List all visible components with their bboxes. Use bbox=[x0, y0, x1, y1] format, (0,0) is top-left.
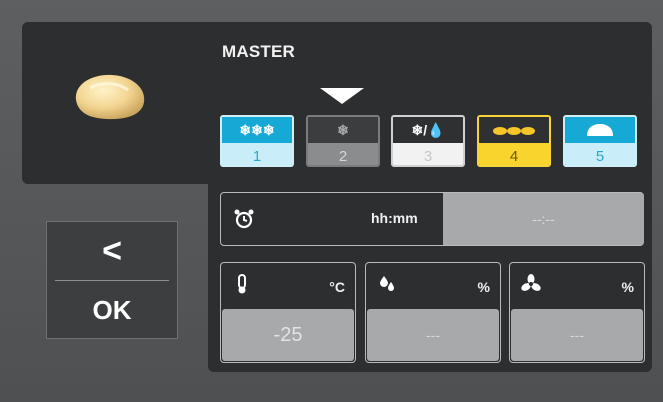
phase-number: 1 bbox=[222, 143, 292, 165]
snowflake-humidity-icon: ❄/💧 bbox=[393, 117, 463, 143]
snowflake-icon: ❄ bbox=[308, 117, 378, 143]
water-drops-icon bbox=[380, 276, 394, 291]
phase-selector-arrow bbox=[320, 88, 364, 104]
humidity-box: % --- bbox=[365, 262, 501, 363]
phase-3-button[interactable]: ❄/💧 3 bbox=[391, 115, 465, 167]
humidity-unit: % bbox=[477, 279, 490, 295]
bread-image bbox=[75, 74, 145, 120]
time-unit-label: hh:mm bbox=[371, 210, 418, 226]
phase-number: 4 bbox=[479, 143, 549, 165]
divider bbox=[55, 280, 169, 281]
fan-unit: % bbox=[621, 279, 634, 295]
time-row: hh:mm --:-- bbox=[220, 192, 644, 246]
back-button[interactable]: < bbox=[47, 222, 177, 280]
phase-number: 5 bbox=[565, 143, 635, 165]
bread-loaf-icon bbox=[565, 117, 635, 143]
phase-number: 3 bbox=[393, 143, 463, 165]
screen: MASTER ❄❄❄ 1 ❄ 2 ❄/💧 3 4 5 < OK hh:mm --… bbox=[0, 0, 663, 402]
snowflake-triple-icon: ❄❄❄ bbox=[222, 117, 292, 143]
phase-5-button[interactable]: 5 bbox=[563, 115, 637, 167]
phase-1-button[interactable]: ❄❄❄ 1 bbox=[220, 115, 294, 167]
alarm-clock-icon bbox=[234, 209, 254, 229]
ok-button[interactable]: OK bbox=[47, 282, 177, 338]
bread-rising-icon bbox=[479, 117, 549, 143]
temperature-value-field[interactable]: -25 bbox=[222, 309, 354, 361]
fan-icon bbox=[521, 274, 541, 291]
phase-number: 2 bbox=[308, 143, 378, 165]
temperature-box: °C -25 bbox=[220, 262, 356, 363]
phase-4-button[interactable]: 4 bbox=[477, 115, 551, 167]
thermometer-icon bbox=[238, 274, 246, 294]
phase-2-button[interactable]: ❄ 2 bbox=[306, 115, 380, 167]
humidity-value-field[interactable]: --- bbox=[367, 309, 499, 361]
time-value-field[interactable]: --:-- bbox=[443, 193, 644, 245]
temperature-unit: °C bbox=[329, 279, 345, 295]
back-ok-button[interactable]: < OK bbox=[46, 221, 178, 339]
fan-value-field[interactable]: --- bbox=[511, 309, 643, 361]
fan-box: % --- bbox=[509, 262, 645, 363]
program-title: MASTER bbox=[222, 42, 295, 61]
